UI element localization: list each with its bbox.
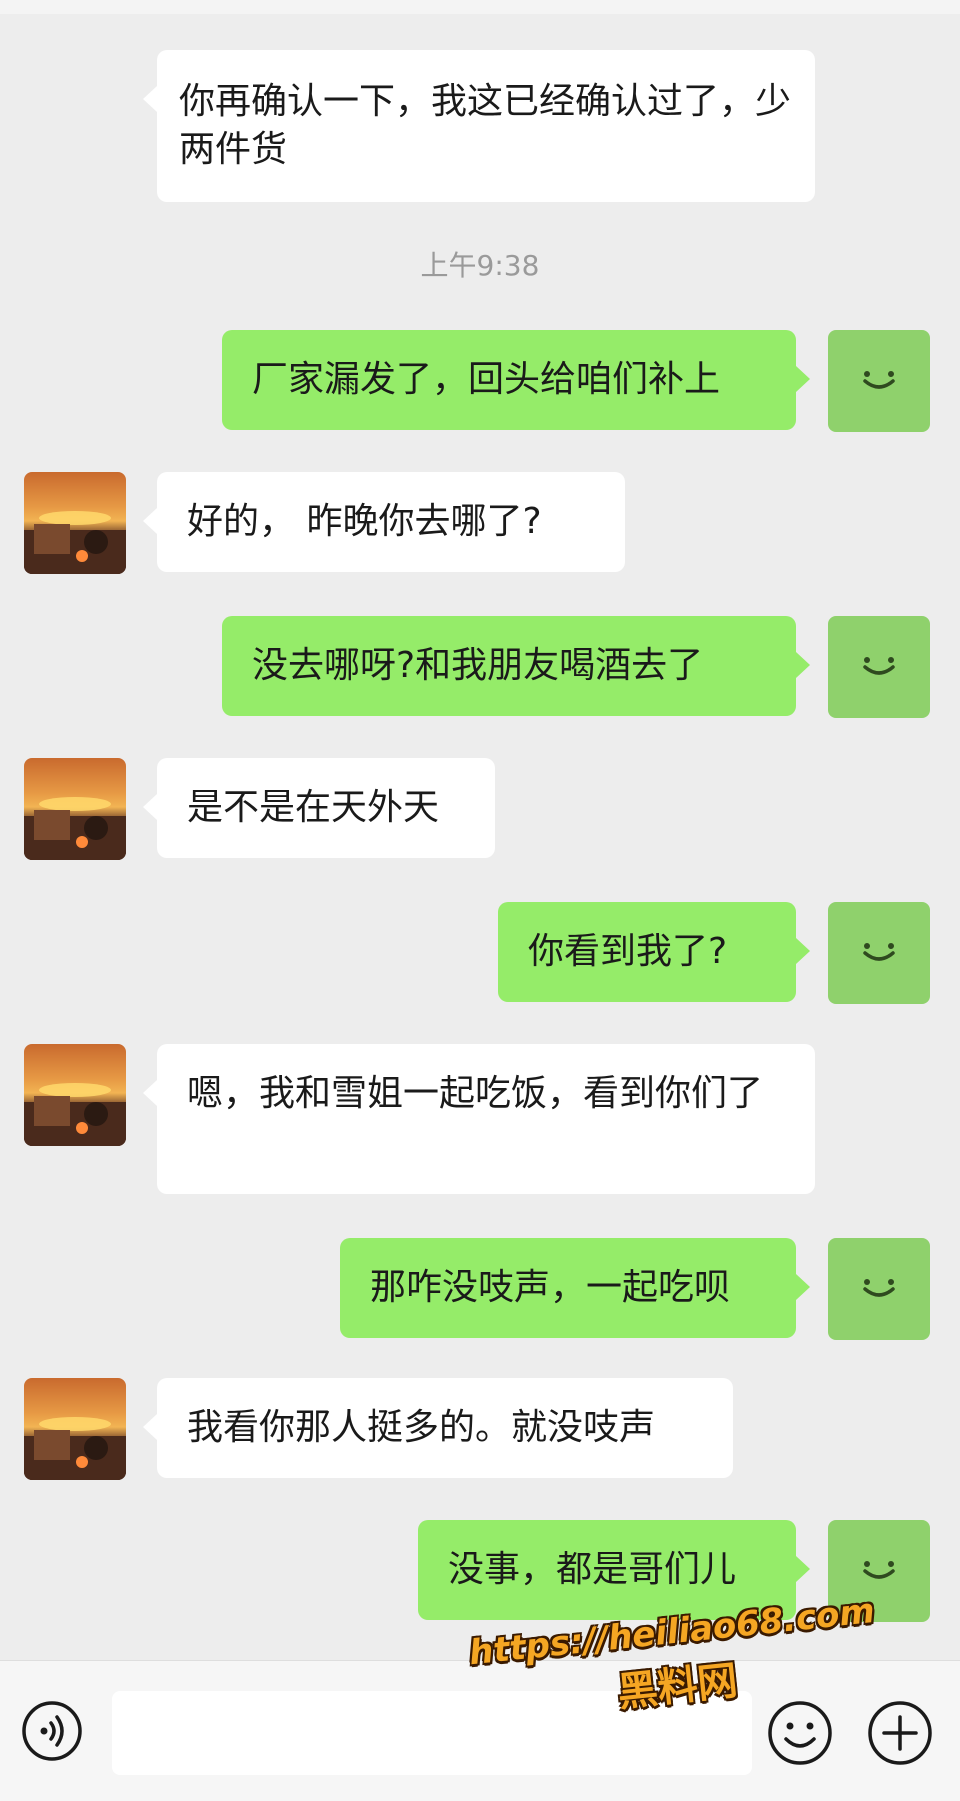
plus-icon bbox=[868, 1701, 932, 1765]
message-text: 你再确认一下，我这已经确认过了，少两件货 bbox=[179, 81, 792, 170]
my-avatar[interactable] bbox=[828, 1238, 930, 1340]
message-bubble-incoming[interactable]: 是不是在天外天 bbox=[143, 758, 495, 858]
message-bubble-incoming[interactable]: 嗯，我和雪姐一起吃饭，看到你们了 bbox=[143, 1044, 815, 1194]
sunset-photo-icon bbox=[24, 511, 126, 574]
message-bubble-outgoing[interactable]: 没去哪呀?和我朋友喝酒去了 bbox=[222, 616, 810, 716]
sunset-photo-icon bbox=[24, 1417, 126, 1480]
message-bubble-incoming[interactable]: 你再确认一下，我这已经确认过了，少两件货 bbox=[143, 50, 815, 202]
contact-avatar[interactable] bbox=[24, 1378, 126, 1480]
smile-icon bbox=[863, 1561, 895, 1579]
message-text: 我看你那人挺多的。就没吱声 bbox=[187, 1407, 656, 1448]
message-text: 你看到我了? bbox=[528, 931, 728, 972]
message-text: 是不是在天外天 bbox=[187, 787, 440, 828]
message-text: 没去哪呀?和我朋友喝酒去了 bbox=[252, 645, 704, 686]
smile-icon bbox=[863, 943, 895, 961]
input-bar bbox=[0, 1660, 960, 1801]
more-button[interactable] bbox=[866, 1699, 934, 1767]
chat-area[interactable]: 你再确认一下，我这已经确认过了，少两件货 上午9:38 厂家漏发了，回头给咱们补… bbox=[0, 0, 960, 1660]
contact-avatar[interactable] bbox=[24, 472, 126, 574]
smile-icon bbox=[863, 657, 895, 675]
message-bubble-incoming[interactable]: 我看你那人挺多的。就没吱声 bbox=[143, 1378, 733, 1478]
message-text: 厂家漏发了，回头给咱们补上 bbox=[252, 359, 721, 400]
smile-icon bbox=[863, 371, 895, 389]
smile-icon bbox=[863, 1279, 895, 1297]
message-text: 嗯，我和雪姐一起吃饭，看到你们了 bbox=[187, 1073, 764, 1114]
emoji-icon bbox=[768, 1701, 832, 1765]
message-bubble-outgoing[interactable]: 那咋没吱声，一起吃呗 bbox=[340, 1238, 810, 1338]
voice-button[interactable] bbox=[20, 1699, 84, 1763]
voice-icon bbox=[22, 1701, 82, 1761]
message-bubble-outgoing[interactable]: 没事，都是哥们儿 bbox=[418, 1520, 810, 1620]
message-text: 那咋没吱声，一起吃呗 bbox=[370, 1267, 731, 1308]
contact-avatar[interactable] bbox=[24, 1044, 126, 1146]
my-avatar[interactable] bbox=[828, 330, 930, 432]
message-input[interactable] bbox=[112, 1691, 752, 1775]
my-avatar[interactable] bbox=[828, 1520, 930, 1622]
top-edge bbox=[0, 0, 960, 14]
message-timestamp: 上午9:38 bbox=[420, 249, 540, 282]
message-text: 好的， 昨晚你去哪了? bbox=[187, 501, 542, 542]
message-bubble-outgoing[interactable]: 厂家漏发了，回头给咱们补上 bbox=[222, 330, 810, 430]
sunset-photo-icon bbox=[24, 1083, 126, 1146]
my-avatar[interactable] bbox=[828, 616, 930, 718]
contact-avatar[interactable] bbox=[24, 758, 126, 860]
message-text: 没事，都是哥们儿 bbox=[448, 1549, 737, 1590]
my-avatar[interactable] bbox=[828, 902, 930, 1004]
sunset-photo-icon bbox=[24, 797, 126, 860]
message-bubble-incoming[interactable]: 好的， 昨晚你去哪了? bbox=[143, 472, 625, 572]
emoji-button[interactable] bbox=[766, 1699, 834, 1767]
message-bubble-outgoing[interactable]: 你看到我了? bbox=[498, 902, 810, 1002]
